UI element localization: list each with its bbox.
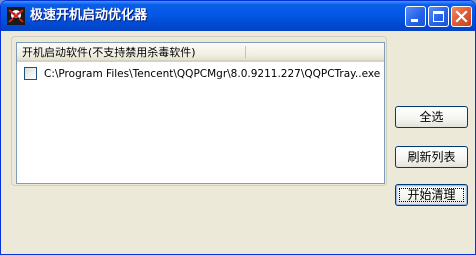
list-item-checkbox[interactable]: [24, 67, 37, 80]
maximize-icon: [433, 11, 444, 22]
select-all-button[interactable]: 全选: [395, 106, 468, 128]
list-item[interactable]: C:\Program Files\Tencent\QQPCMgr\8.0.921…: [17, 65, 384, 83]
close-button[interactable]: [451, 6, 472, 27]
minimize-button[interactable]: [405, 6, 426, 27]
app-logo-icon: [7, 7, 25, 25]
column-divider[interactable]: [245, 46, 246, 58]
list-column-header-label: 开机启动软件(不支持禁用杀毒软件): [22, 46, 196, 59]
app-window: 极速开机启动优化器 开机启动软件(不支持禁用杀毒软件) C:\Program F…: [0, 0, 476, 255]
list-column-header[interactable]: 开机启动软件(不支持禁用杀毒软件): [17, 43, 384, 62]
startup-list[interactable]: 开机启动软件(不支持禁用杀毒软件) C:\Program Files\Tence…: [16, 42, 385, 184]
start-clean-button[interactable]: 开始清理: [395, 184, 468, 206]
list-item-path: C:\Program Files\Tencent\QQPCMgr\8.0.921…: [44, 68, 381, 80]
maximize-button[interactable]: [428, 6, 449, 27]
window-title: 极速开机启动优化器: [30, 8, 148, 23]
minimize-icon: [411, 19, 418, 22]
refresh-list-button[interactable]: 刷新列表: [395, 146, 468, 168]
close-icon: [455, 10, 468, 23]
title-bar[interactable]: 极速开机启动优化器: [1, 1, 475, 31]
